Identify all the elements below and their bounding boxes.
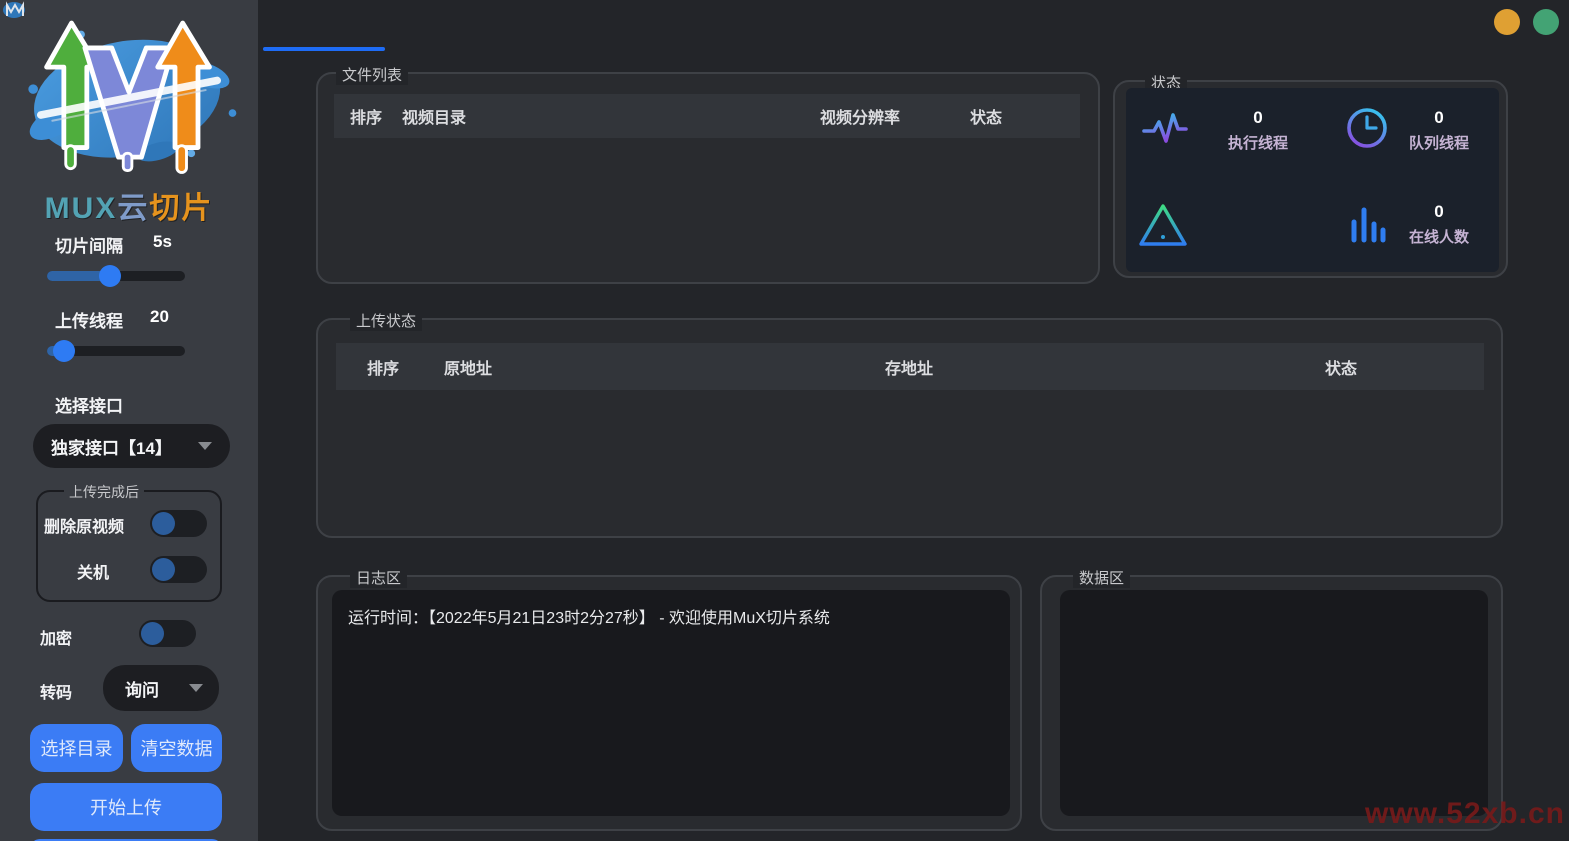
slice-interval-value: 5s [153,232,172,252]
log-line: 运行时间：【2022年5月21日23时2分27秒】 - 欢迎使用MuX切片系统 [348,604,830,628]
app-title: MUX云切片 [0,183,258,227]
after-upload-legend: 上传完成后 [64,482,144,502]
transcode-dropdown[interactable]: 询问 [103,665,219,711]
file-list-col-status[interactable]: 状态 [970,104,1002,128]
start-upload-button[interactable]: 开始上传 [30,783,222,831]
upload-status-group: 上传状态 排序 原地址 存地址 状态 [316,318,1503,538]
slice-interval-slider[interactable] [47,271,185,281]
chevron-down-icon [198,442,212,450]
upload-threads-value: 20 [150,307,169,327]
interface-select-value: 独家接口【14】 [51,434,172,459]
status-panel: 0 执行线程 0 队列线程 [1126,88,1499,272]
upload-threads-label: 上传线程 [55,307,123,332]
stat-queue-threads: 0 队列线程 [1379,108,1499,153]
transcode-value: 询问 [125,676,159,701]
file-list-header: 排序 视频目录 视频分辨率 状态 [334,94,1080,138]
titlebar-logo-icon [2,0,28,20]
app-title-slice: 切片 [149,192,213,225]
stat-label: 在线人数 [1379,226,1499,247]
delete-source-label: 删除原视频 [44,513,124,537]
chevron-down-icon [189,684,203,692]
toggle-knob [152,558,175,581]
file-list-legend: 文件列表 [336,64,408,85]
shutdown-toggle[interactable] [150,556,207,583]
minimize-button[interactable] [1494,9,1520,35]
app-title-yun: 云 [117,192,149,225]
clear-data-button[interactable]: 清空数据 [131,724,222,772]
slider-thumb[interactable] [53,340,75,362]
file-list-col-directory[interactable]: 视频目录 [402,104,466,128]
app-window: MUX云切片 切片间隔 5s 上传线程 20 选择接口 独家接口【14】 上传完… [0,0,1569,841]
interface-select-dropdown[interactable]: 独家接口【14】 [33,424,230,468]
stat-label: 队列线程 [1379,132,1499,153]
file-list-col-resolution[interactable]: 视频分辨率 [820,104,900,128]
after-upload-group: 上传完成后 删除原视频 关机 [36,490,222,602]
upload-threads-slider[interactable] [47,346,185,356]
shutdown-label: 关机 [77,559,109,583]
encrypt-toggle[interactable] [139,620,196,647]
upload-col-source[interactable]: 原地址 [444,355,492,379]
select-directory-button[interactable]: 选择目录 [30,724,123,772]
stat-value: 0 [1379,202,1499,222]
pulse-icon [1140,104,1190,152]
slice-interval-label: 切片间隔 [55,232,123,257]
warning-icon [1136,200,1190,250]
stat-online-users: 0 在线人数 [1379,202,1499,247]
slider-thumb[interactable] [99,265,121,287]
stat-value: 0 [1379,108,1499,128]
app-title-mux: MUX [45,192,118,225]
data-area-output[interactable] [1060,590,1488,816]
toggle-knob [152,512,175,535]
sidebar: MUX云切片 切片间隔 5s 上传线程 20 选择接口 独家接口【14】 上传完… [0,0,258,841]
stat-value: 0 [1198,108,1318,128]
interface-select-label: 选择接口 [55,392,123,417]
log-group: 日志区 运行时间：【2022年5月21日23时2分27秒】 - 欢迎使用MuX切… [316,575,1022,831]
mux-logo [14,6,244,178]
upload-col-sort[interactable]: 排序 [367,355,399,379]
upload-col-target[interactable]: 存地址 [885,355,933,379]
watermark: www.52xb.cn [1365,797,1565,831]
upload-col-status[interactable]: 状态 [1325,355,1357,379]
file-list-col-sort[interactable]: 排序 [350,104,382,128]
close-button[interactable] [1533,9,1559,35]
upload-status-header: 排序 原地址 存地址 状态 [336,343,1484,390]
transcode-label: 转码 [40,679,72,703]
file-list-group: 文件列表 排序 视频目录 视频分辨率 状态 [316,72,1100,284]
data-area-legend: 数据区 [1073,567,1130,588]
delete-source-toggle[interactable] [150,510,207,537]
encrypt-label: 加密 [40,625,72,649]
log-legend: 日志区 [350,567,407,588]
stat-label: 执行线程 [1198,132,1318,153]
upload-status-legend: 上传状态 [350,310,422,331]
stat-exec-threads: 0 执行线程 [1198,108,1318,153]
toggle-knob [141,622,164,645]
active-tab-indicator[interactable] [263,47,385,51]
status-group: 状态 0 执行线程 0 队列线程 [1113,80,1508,278]
data-area-group: 数据区 [1040,575,1503,831]
log-output[interactable]: 运行时间：【2022年5月21日23时2分27秒】 - 欢迎使用MuX切片系统 [332,590,1010,816]
